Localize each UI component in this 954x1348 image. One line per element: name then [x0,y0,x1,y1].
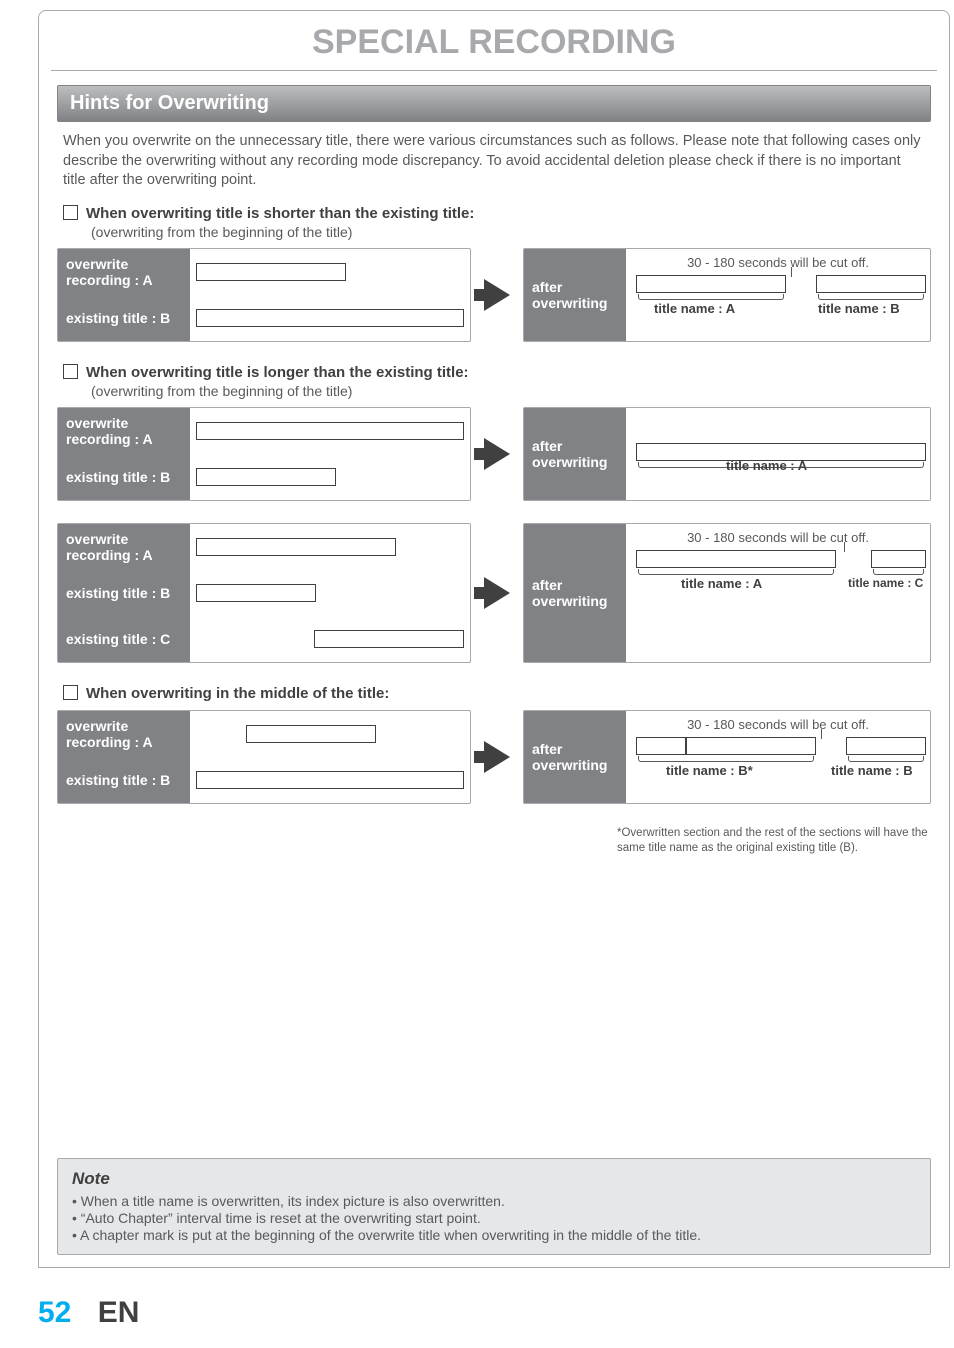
note-item: A chapter mark is put at the beginning o… [72,1227,916,1243]
title-name-c: title name : C [848,576,923,590]
seg-b1 [636,737,686,755]
label-overwrite-a: overwriterecording : A [58,711,190,757]
label-overwrite-a: overwriterecording : A [58,249,190,295]
title-name-b-star: title name : B* [666,763,753,778]
page-lang: EN [98,1296,140,1329]
diagram-longer-1: overwriterecording : A existing title : … [57,407,931,501]
bar-overwrite-a [196,263,346,281]
bar-overwrite-a [246,725,376,743]
title-name-a: title name : A [681,576,762,591]
seg-b2 [846,737,926,755]
label-after-overwriting: afteroverwriting [524,711,626,803]
brace [818,294,924,300]
bar-existing-b [196,309,464,327]
title-name-a: title name : A [654,301,735,316]
label-existing-b: existing title : B [58,454,190,500]
label-after-overwriting: afteroverwriting [524,524,626,662]
seg-a [686,737,816,755]
title-name-b: title name : B [818,301,900,316]
note-heading: Note [72,1169,916,1189]
seg-c [871,550,926,568]
note-item: “Auto Chapter” interval time is reset at… [72,1210,916,1226]
bar-existing-b [196,771,464,789]
label-existing-c: existing title : C [58,616,190,662]
section-heading: Hints for Overwriting [57,85,931,122]
case-shorter-sub: (overwriting from the beginning of the t… [91,224,925,240]
brace [638,294,784,300]
case-longer-sub: (overwriting from the beginning of the t… [91,383,925,399]
case-shorter-title: When overwriting title is shorter than t… [63,205,925,222]
bar-overwrite-a [196,538,396,556]
cutoff-text: 30 - 180 seconds will be cut off. [636,530,920,545]
note-item: When a title name is overwritten, its in… [72,1193,916,1209]
bar-existing-c [314,630,464,648]
brace [873,569,924,575]
cutoff-text: 30 - 180 seconds will be cut off. [636,255,920,270]
case-middle-title: When overwriting in the middle of the ti… [63,685,925,702]
title-name-a: title name : A [726,458,807,473]
seg-a [636,550,836,568]
arrow-icon [484,577,510,609]
divider [51,70,937,71]
label-overwrite-a: overwriterecording : A [58,524,190,570]
arrow-icon [484,438,510,470]
cutoff-text: 30 - 180 seconds will be cut off. [636,717,920,732]
bar-overwrite-a [196,422,464,440]
label-existing-b: existing title : B [58,757,190,803]
brace [848,756,924,762]
diagram-middle: overwriterecording : A existing title : … [57,710,931,804]
diagram-shorter: overwriterecording : A existing title : … [57,248,931,342]
bar-existing-b [196,584,316,602]
page-number: 52 [38,1296,71,1329]
case-longer-title: When overwriting title is longer than th… [63,364,925,381]
label-existing-b: existing title : B [58,570,190,616]
arrow-icon [484,741,510,773]
footnote: *Overwritten section and the rest of the… [617,826,931,857]
brace [638,756,814,762]
label-overwrite-a: overwriterecording : A [58,408,190,454]
bar-existing-b [196,468,336,486]
intro-text: When you overwrite on the unnecessary ti… [63,132,925,191]
note-box: Note When a title name is overwritten, i… [57,1158,931,1255]
seg-a [636,275,786,293]
brace [638,569,834,575]
label-after-overwriting: afteroverwriting [524,408,626,500]
label-existing-b: existing title : B [58,295,190,341]
page-title: SPECIAL RECORDING [39,11,949,70]
label-after-overwriting: afteroverwriting [524,249,626,341]
arrow-icon [484,279,510,311]
seg-b [816,275,926,293]
diagram-longer-2: overwriterecording : A existing title : … [57,523,931,663]
title-name-b: title name : B [831,763,913,778]
